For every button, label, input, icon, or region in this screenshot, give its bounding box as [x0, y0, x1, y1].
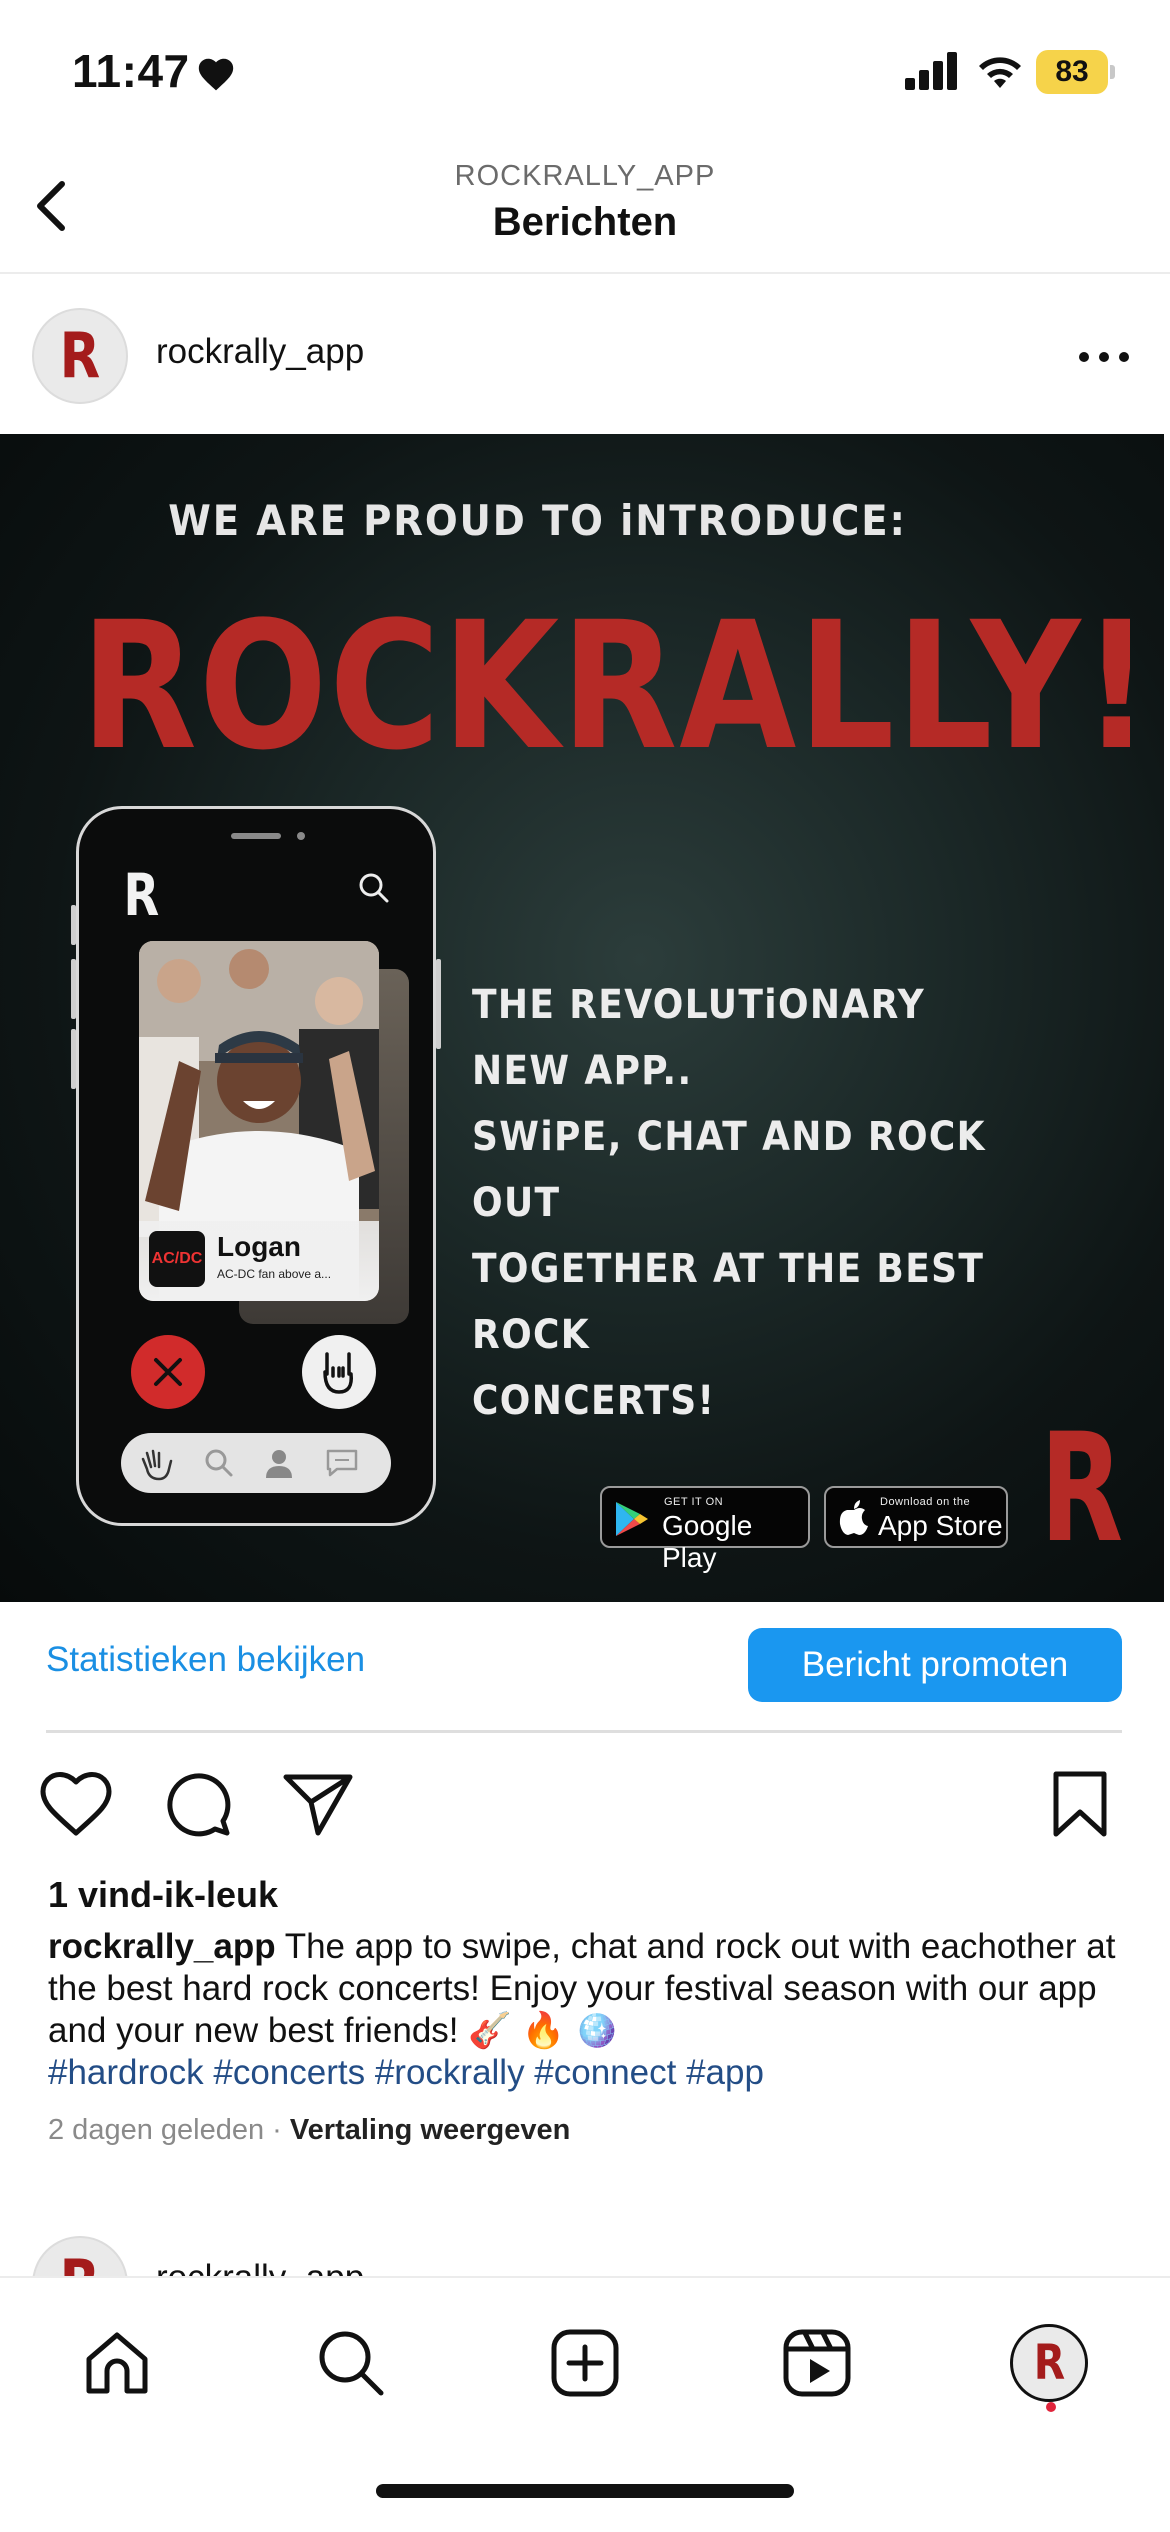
- promo-intro-text: WE ARE PROUD TO iNTRODUCE:: [168, 496, 907, 545]
- profile-card-caption: AC/DC Logan AC-DC fan above a...: [139, 1221, 379, 1301]
- post-username[interactable]: rockrally_app: [156, 332, 364, 372]
- like-count[interactable]: 1 vind-ik-leuk: [48, 1874, 278, 1916]
- rock-hand-icon: [323, 1352, 353, 1394]
- tab-search[interactable]: [306, 2318, 396, 2408]
- reels-icon: [783, 2329, 851, 2397]
- translate-link[interactable]: Vertaling weergeven: [290, 2114, 570, 2146]
- person-icon: [263, 1447, 295, 1484]
- profile-card: AC/DC Logan AC-DC fan above a...: [139, 941, 379, 1301]
- profile-description: AC-DC fan above a...: [217, 1267, 332, 1281]
- app-store-small-text: Download on the: [880, 1496, 971, 1508]
- status-bar: 11:47 83: [0, 0, 1170, 140]
- status-time: 11:47: [72, 45, 190, 97]
- comment-icon: [167, 1773, 231, 1837]
- tab-home[interactable]: [72, 2318, 162, 2408]
- search-icon: [203, 1447, 235, 1484]
- phone-side-button: [436, 959, 441, 1049]
- battery-indicator: 83: [1036, 50, 1116, 94]
- bookmark-icon: [1053, 1771, 1107, 1837]
- post-header: R rockrally_app: [0, 276, 1170, 434]
- post-meta: 2 dagen geleden · Vertaling weergeven: [48, 2114, 570, 2147]
- post-image[interactable]: WE ARE PROUD TO iNTRODUCE: ROCKRALLY! R: [0, 434, 1164, 1602]
- avatar-letter: R: [59, 319, 101, 392]
- home-indicator[interactable]: [376, 2484, 794, 2498]
- promo-text-line: TOGETHER AT THE BEST ROCK: [472, 1246, 985, 1358]
- caption-hashtags[interactable]: #hardrock #concerts #rockrally #connect …: [48, 2053, 764, 2092]
- view-insights-link[interactable]: Statistieken bekijken: [46, 1640, 365, 1680]
- phone-app-logo: R: [123, 861, 160, 929]
- app-store-big-text: App Store: [878, 1510, 1003, 1541]
- notification-dot: [1046, 2402, 1056, 2412]
- band-badge: AC/DC: [149, 1231, 205, 1287]
- tab-create[interactable]: [540, 2318, 630, 2408]
- avatar-letter: R: [1033, 2335, 1065, 2391]
- reject-button: [131, 1335, 205, 1409]
- close-icon: [154, 1358, 182, 1386]
- plus-square-icon: [551, 2329, 619, 2397]
- phone-speaker: [231, 833, 281, 839]
- search-icon: [357, 871, 391, 910]
- promo-text-line: CONCERTS!: [472, 1378, 716, 1424]
- more-dots-icon: [1079, 352, 1129, 362]
- like-button[interactable]: [36, 1764, 116, 1844]
- comment-button[interactable]: [158, 1764, 238, 1844]
- share-button[interactable]: [278, 1764, 358, 1844]
- apple-icon: [839, 1500, 868, 1535]
- tab-profile[interactable]: R: [1004, 2318, 1094, 2408]
- phone-side-button: [71, 959, 76, 1019]
- chat-icon: [325, 1447, 359, 1484]
- heart-outline-icon: [40, 1772, 112, 1836]
- avatar[interactable]: R: [32, 308, 128, 404]
- profile-avatar: R: [1010, 2324, 1088, 2402]
- promo-text-line: THE REVOLUTiONARY NEW APP..: [472, 982, 926, 1094]
- phone-camera: [297, 832, 305, 840]
- battery-tip: [1110, 65, 1115, 79]
- tab-reels[interactable]: [772, 2318, 862, 2408]
- promo-text-line: SWiPE, CHAT AND ROCK OUT: [472, 1114, 986, 1226]
- nav-subtitle: ROCKRALLY_APP: [454, 160, 716, 192]
- corner-logo: R: [1040, 1402, 1124, 1576]
- promote-post-button[interactable]: Bericht promoten: [748, 1628, 1122, 1702]
- nav-header: ROCKRALLY_APP Berichten: [0, 140, 1170, 274]
- post-caption: rockrally_app The app to swipe, chat and…: [48, 1926, 1128, 2094]
- post-time: 2 dagen geleden: [48, 2114, 265, 2146]
- google-play-icon: [616, 1502, 648, 1536]
- paper-plane-icon: [283, 1774, 353, 1836]
- promo-text: THE REVOLUTiONARY NEW APP.. SWiPE, CHAT …: [472, 972, 1030, 1434]
- phone-tab-bar: [121, 1433, 391, 1493]
- home-icon: [86, 2332, 148, 2394]
- signal-icon: [905, 52, 959, 95]
- divider: [46, 1730, 1122, 1733]
- page-title: Berichten: [492, 200, 678, 244]
- wave-hand-icon: [139, 1447, 175, 1486]
- meta-separator: ·: [272, 2114, 282, 2146]
- caption-username[interactable]: rockrally_app: [48, 1927, 276, 1966]
- promo-title: ROCKRALLY!: [80, 584, 1153, 789]
- app-store-badge: Download on the App Store: [824, 1486, 1008, 1548]
- profile-name: Logan: [217, 1231, 301, 1262]
- google-play-badge: GET IT ON Google Play: [600, 1486, 810, 1573]
- google-play-small-text: GET IT ON: [664, 1496, 724, 1508]
- phone-mockup: R AC/DC Logan AC-DC fan above a...: [71, 806, 441, 1526]
- more-options-button[interactable]: [1072, 342, 1136, 372]
- battery-level: 83: [1036, 50, 1108, 94]
- wifi-icon: [975, 50, 1025, 95]
- rock-on-button: [302, 1335, 376, 1409]
- heart-icon: [196, 56, 236, 97]
- phone-side-button: [71, 905, 76, 945]
- phone-side-button: [71, 1029, 76, 1089]
- save-button[interactable]: [1040, 1764, 1120, 1844]
- search-icon: [319, 2331, 384, 2396]
- google-play-big-text: Google Play: [662, 1510, 753, 1573]
